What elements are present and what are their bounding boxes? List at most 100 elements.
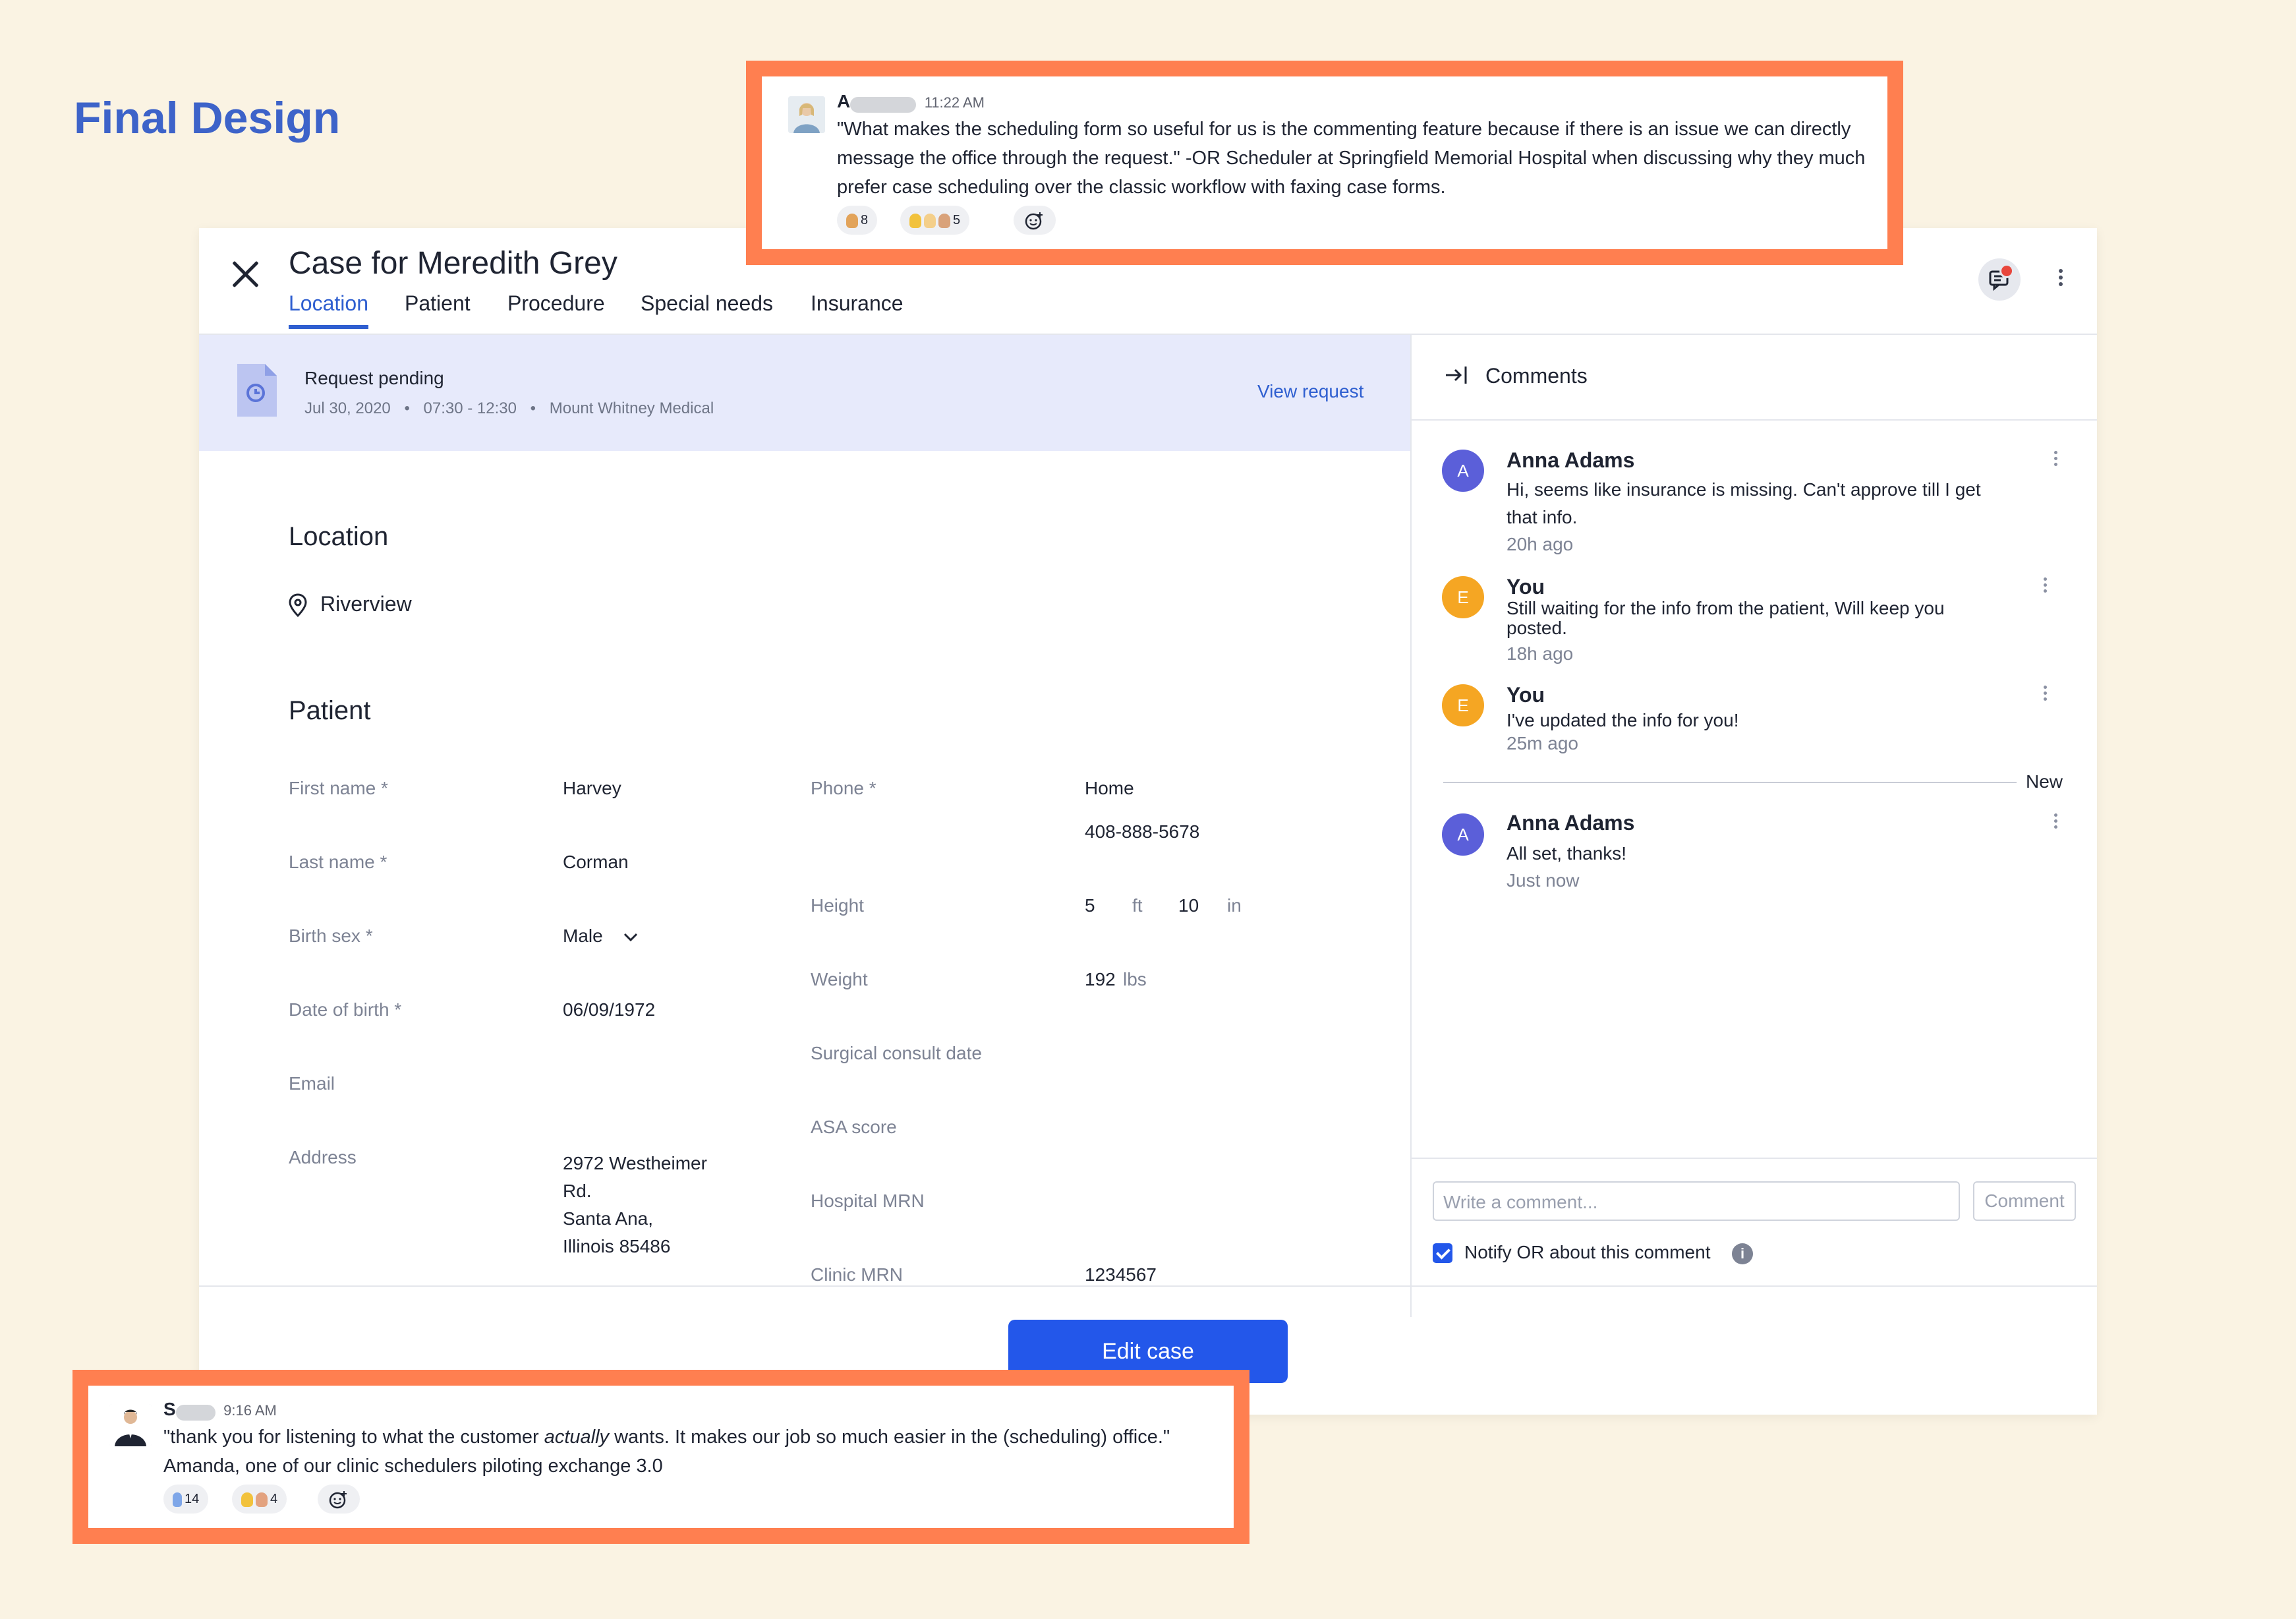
first-name-label: First name * — [289, 778, 388, 798]
patient-heading: Patient — [289, 696, 371, 725]
quote-line: Amanda, one of our clinic schedulers pil… — [163, 1456, 663, 1477]
address-line: Rd. — [563, 1181, 592, 1201]
comment-text: Hi, seems like insurance is missing. Can… — [1507, 476, 2007, 531]
comment-author: You — [1507, 575, 1545, 599]
ear-emoji-icon — [256, 1492, 268, 1507]
comment-button[interactable]: Comment — [1973, 1181, 2076, 1221]
tab-insurance[interactable]: Insurance — [811, 291, 904, 325]
comment-menu-icon[interactable] — [2046, 811, 2065, 837]
quote-line: prefer case scheduling over the classic … — [837, 177, 1446, 198]
comments-toggle-icon[interactable] — [1978, 258, 2021, 301]
quote-line: message the office through the request."… — [837, 148, 1866, 169]
ear-emoji-icon — [241, 1492, 253, 1507]
height-ft-field[interactable]: 5 — [1085, 895, 1095, 916]
request-details: Jul 30, 2020 • 07:30 - 12:30 • Mount Whi… — [304, 399, 714, 418]
user-avatar-icon — [109, 1404, 152, 1446]
fist-bump-emoji-icon — [938, 213, 950, 228]
quote-line: "What makes the scheduling form so usefu… — [837, 119, 1851, 140]
quote-top-text: "What makes the scheduling form so usefu… — [837, 115, 1878, 202]
avatar: A — [1442, 813, 1484, 856]
comment-menu-icon[interactable] — [2035, 683, 2055, 709]
request-date: Jul 30, 2020 — [304, 399, 391, 417]
chevron-down-icon — [623, 926, 638, 947]
comment-author: Anna Adams — [1507, 811, 1635, 835]
address-field[interactable]: 2972 Westheimer Rd. Santa Ana, Illinois … — [563, 1150, 707, 1260]
phone-type-field[interactable]: Home — [1085, 778, 1134, 799]
request-status: Request pending — [304, 368, 444, 388]
phone-label: Phone * — [811, 778, 876, 798]
comment-menu-icon[interactable] — [2035, 575, 2055, 601]
address-label: Address — [289, 1147, 357, 1167]
comment-input[interactable]: Write a comment... — [1433, 1181, 1960, 1221]
reaction-pill[interactable]: 5 — [900, 206, 970, 235]
tab-location[interactable]: Location — [289, 291, 368, 329]
comment-line: Hi, seems like insurance is missing. Can… — [1507, 479, 1981, 500]
last-name-field[interactable]: Corman — [563, 852, 629, 873]
address-line: Illinois 85486 — [563, 1236, 671, 1256]
dob-field[interactable]: 06/09/1972 — [563, 999, 655, 1020]
composer-divider — [1412, 1158, 2097, 1159]
notify-label: Notify OR about this comment — [1464, 1242, 1711, 1262]
add-reaction-icon[interactable] — [1014, 206, 1056, 235]
weight-field[interactable]: 192 — [1085, 969, 1116, 990]
request-facility: Mount Whitney Medical — [549, 399, 714, 417]
comments-header: Comments — [1412, 335, 2097, 421]
height-in-field[interactable]: 10 — [1178, 895, 1199, 916]
location-pin-icon — [287, 593, 308, 620]
separator: • — [530, 399, 536, 417]
notify-checkbox[interactable] — [1433, 1243, 1452, 1263]
quote-bottom-body: S 9:16 AM "thank you for listening to wh… — [88, 1386, 1234, 1528]
clinic-mrn-label: Clinic MRN — [811, 1264, 903, 1285]
birth-sex-select[interactable]: Male — [563, 926, 638, 947]
comment-text: All set, thanks! — [1507, 843, 1627, 864]
redacted-name — [175, 1404, 215, 1421]
redacted-name — [850, 96, 917, 113]
reaction-pill[interactable]: 14 — [163, 1485, 209, 1514]
hospital-mrn-label: Hospital MRN — [811, 1191, 925, 1211]
quote-bottom: S 9:16 AM "thank you for listening to wh… — [72, 1370, 1249, 1544]
new-label: New — [2026, 771, 2063, 792]
chart-emoji-icon — [173, 1492, 182, 1507]
fist-bump-emoji-icon — [909, 213, 921, 228]
quote-emphasis: actually — [544, 1427, 610, 1448]
email-label: Email — [289, 1073, 335, 1094]
footer-divider — [199, 1285, 2097, 1287]
weight-label: Weight — [811, 969, 868, 989]
tab-patient[interactable]: Patient — [405, 291, 471, 325]
reaction-count: 8 — [861, 213, 869, 227]
request-banner: Request pending Jul 30, 2020 • 07:30 - 1… — [199, 335, 1410, 451]
last-name-label: Last name * — [289, 852, 387, 872]
clinic-mrn-field[interactable]: 1234567 — [1085, 1264, 1157, 1285]
new-divider — [1443, 782, 2017, 783]
birth-sex-value: Male — [563, 926, 603, 946]
add-reaction-icon[interactable] — [318, 1485, 360, 1514]
celebrate-emoji-icon — [846, 213, 858, 228]
in-unit: in — [1227, 895, 1242, 916]
collapse-panel-icon[interactable] — [1445, 365, 1468, 388]
address-line: 2972 Westheimer — [563, 1153, 707, 1173]
close-icon[interactable] — [231, 260, 260, 289]
asa-score-label: ASA score — [811, 1117, 897, 1137]
info-icon[interactable]: i — [1732, 1243, 1753, 1264]
case-title: Case for Meredith Grey — [289, 246, 617, 281]
quote-top-header: A 11:22 AM — [837, 91, 985, 113]
comment-menu-icon[interactable] — [2046, 448, 2065, 475]
tab-procedure[interactable]: Procedure — [507, 291, 605, 325]
view-request-link[interactable]: View request — [1257, 381, 1363, 402]
comment-time: Just now — [1507, 870, 1580, 891]
phone-field[interactable]: 408-888-5678 — [1085, 821, 1199, 842]
comment-time: 25m ago — [1507, 733, 1578, 753]
reaction-pill[interactable]: 4 — [232, 1485, 287, 1514]
comment-time: 18h ago — [1507, 643, 1574, 664]
fist-bump-emoji-icon — [924, 213, 936, 228]
location-heading: Location — [289, 522, 389, 551]
reaction-pill[interactable]: 8 — [837, 206, 878, 235]
first-name-field[interactable]: Harvey — [563, 778, 621, 799]
document-clock-icon — [236, 363, 278, 418]
message-time: 9:16 AM — [223, 1402, 277, 1419]
tab-special-needs[interactable]: Special needs — [641, 291, 773, 325]
more-options-icon[interactable] — [2051, 266, 2071, 293]
page-title: Final Design — [74, 93, 341, 143]
author-name: S — [163, 1399, 176, 1419]
comment-text: Still waiting for the info from the pati… — [1507, 599, 2007, 638]
